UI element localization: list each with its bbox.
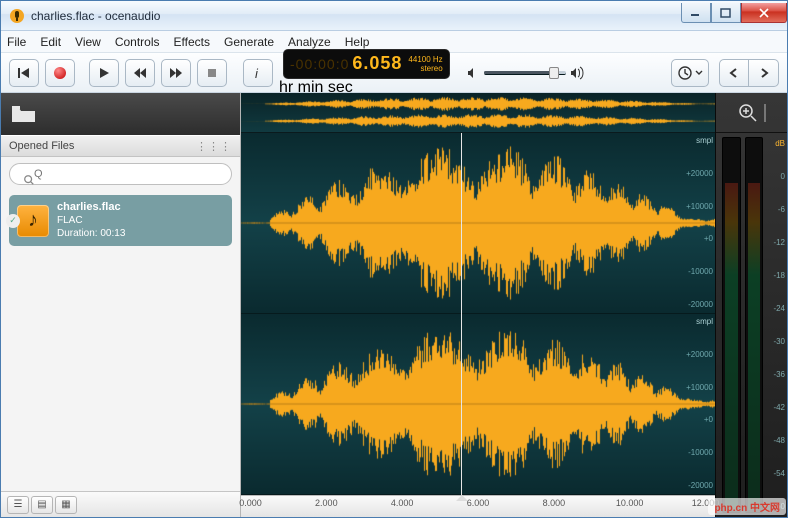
volume-slider[interactable] [466, 66, 586, 80]
time-tick: 6.000 [467, 498, 490, 508]
meter-panel: dB 0-6-12-18-24-30-36-42-48-54-60 [715, 93, 787, 517]
level-meters: dB 0-6-12-18-24-30-36-42-48-54-60 [716, 133, 787, 517]
app-icon [9, 8, 25, 24]
rewind-button[interactable] [125, 59, 155, 87]
file-name: charlies.flac [57, 201, 125, 214]
close-button[interactable] [741, 3, 787, 23]
titlebar: charlies.flac - ocenaudio [1, 1, 787, 31]
db-scale: dB 0-6-12-18-24-30-36-42-48-54-60 [773, 139, 785, 511]
zoom-controls [716, 93, 787, 133]
view-list-button[interactable]: ☰ [7, 496, 29, 514]
db-tick: 0 [773, 172, 785, 181]
clock-icon [677, 65, 693, 81]
sidebar-handle-icon[interactable]: ⋮⋮⋮ [196, 140, 232, 153]
sidebar-section-title: Opened Files ⋮⋮⋮ [1, 135, 240, 157]
db-tick: -30 [773, 337, 785, 346]
nav-buttons [719, 59, 779, 87]
menu-help[interactable]: Help [345, 35, 370, 49]
minimize-button[interactable] [681, 3, 711, 23]
folder-icon[interactable] [11, 104, 37, 124]
time-tick: 10.000 [616, 498, 644, 508]
db-tick: -42 [773, 403, 785, 412]
stop-button[interactable] [197, 59, 227, 87]
search-icon [23, 174, 35, 186]
search-input[interactable] [9, 163, 232, 185]
time-display: -00:00:0 6.058 44100 Hz stereo hr min se… [279, 49, 450, 97]
waveform-overview[interactable] [241, 93, 715, 133]
db-tick: -24 [773, 304, 785, 313]
file-list: ✓ ♪ charlies.flac FLAC Duration: 00:13 [1, 191, 240, 491]
speaker-low-icon [466, 66, 480, 80]
toolbar: i -00:00:0 6.058 44100 Hz stereo hr min … [1, 53, 787, 93]
menu-view[interactable]: View [75, 35, 101, 49]
menu-edit[interactable]: Edit [40, 35, 61, 49]
view-detail-button[interactable]: ▤ [31, 496, 53, 514]
nav-next-button[interactable] [749, 59, 779, 87]
speaker-high-icon [570, 66, 586, 80]
current-time: 6.058 [352, 53, 402, 74]
audio-file-icon: ♪ [17, 205, 49, 237]
volume-thumb[interactable] [549, 67, 559, 79]
meter-right [745, 137, 764, 513]
menu-effects[interactable]: Effects [174, 35, 210, 49]
menu-analyze[interactable]: Analyze [288, 35, 331, 49]
window-controls [681, 3, 787, 23]
time-tick: 2.000 [315, 498, 338, 508]
db-tick: -36 [773, 370, 785, 379]
menu-generate[interactable]: Generate [224, 35, 274, 49]
view-mode-bar: ☰ ▤ ▦ [1, 491, 240, 517]
chevron-down-icon [695, 69, 703, 77]
waveform-tracks[interactable]: smpl +20000 +10000 +0 -10000 -20000 smpl [241, 133, 715, 495]
negative-time: -00:00:0 [290, 56, 349, 72]
db-tick: -54 [773, 469, 785, 478]
time-ruler[interactable]: 0.0002.0004.0006.0008.00010.00012.000 [241, 495, 715, 517]
waveform-main: smpl +20000 +10000 +0 -10000 -20000 smpl [241, 93, 715, 517]
time-tick: 4.000 [391, 498, 414, 508]
play-button[interactable] [89, 59, 119, 87]
db-tick: -6 [773, 205, 785, 214]
main-area: Opened Files ⋮⋮⋮ ✓ ♪ charlies.flac FLAC … [1, 93, 787, 517]
sidebar-header [1, 93, 240, 135]
track-right-canvas [241, 314, 715, 494]
history-button[interactable] [671, 59, 709, 87]
time-tick: 0.000 [239, 498, 262, 508]
record-icon [54, 67, 66, 79]
channel-mode: stereo [408, 64, 442, 73]
file-check-icon: ✓ [6, 214, 20, 228]
forward-button[interactable] [161, 59, 191, 87]
app-window: charlies.flac - ocenaudio File Edit View… [0, 0, 788, 518]
menu-file[interactable]: File [7, 35, 26, 49]
playhead[interactable] [461, 133, 462, 495]
track-left[interactable]: smpl +20000 +10000 +0 -10000 -20000 [241, 133, 715, 314]
db-tick: -18 [773, 271, 785, 280]
view-grid-button[interactable]: ▦ [55, 496, 77, 514]
file-duration: Duration: 00:13 [57, 227, 125, 240]
info-button[interactable]: i [243, 59, 273, 87]
overview-canvas [241, 93, 715, 132]
opened-files-label: Opened Files [9, 140, 74, 152]
db-tick: -60 [773, 502, 785, 511]
track-left-canvas [241, 133, 715, 313]
menu-controls[interactable]: Controls [115, 35, 160, 49]
record-button[interactable] [45, 59, 75, 87]
db-tick: -48 [773, 436, 785, 445]
time-tick: 8.000 [543, 498, 566, 508]
zoom-in-icon[interactable] [738, 103, 758, 123]
window-title: charlies.flac - ocenaudio [31, 9, 160, 23]
svg-text:i: i [255, 66, 259, 80]
sidebar-search [1, 157, 240, 191]
file-item[interactable]: ✓ ♪ charlies.flac FLAC Duration: 00:13 [9, 195, 232, 246]
meter-left [722, 137, 741, 513]
track-right[interactable]: smpl +20000 +10000 +0 -10000 -20000 [241, 314, 715, 495]
nav-prev-button[interactable] [719, 59, 749, 87]
back-to-start-button[interactable] [9, 59, 39, 87]
sample-rate: 44100 Hz [408, 55, 442, 64]
zoom-divider [764, 104, 766, 122]
maximize-button[interactable] [711, 3, 741, 23]
file-format: FLAC [57, 214, 125, 227]
db-tick: -12 [773, 238, 785, 247]
waveform-area: smpl +20000 +10000 +0 -10000 -20000 smpl [241, 93, 787, 517]
sidebar: Opened Files ⋮⋮⋮ ✓ ♪ charlies.flac FLAC … [1, 93, 241, 517]
